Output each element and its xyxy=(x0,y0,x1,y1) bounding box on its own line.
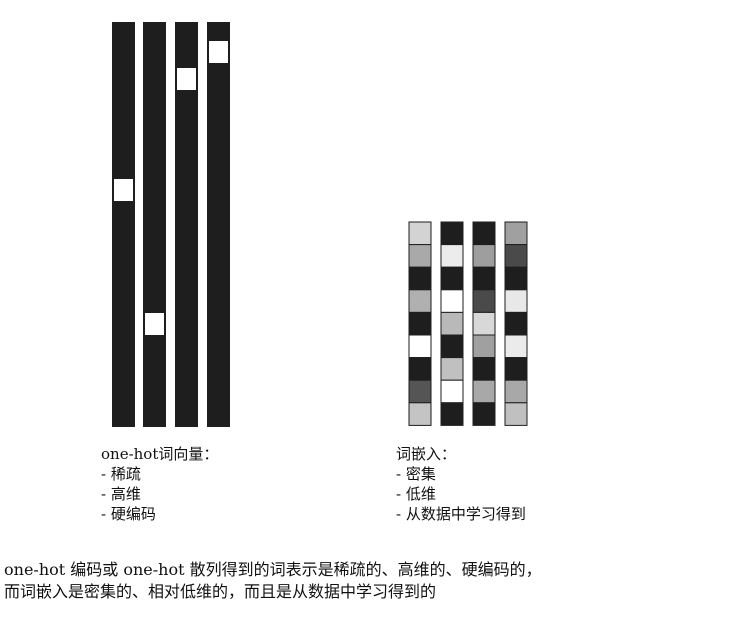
onehot-label: one-hot词向量： 稀疏 高维 硬编码 xyxy=(101,444,218,524)
embedding-cell-2-5 xyxy=(440,311,464,336)
onehot-hot-cell-3 xyxy=(177,68,196,90)
embedding-cell-2-9 xyxy=(440,402,464,426)
onehot-hot-cell-4 xyxy=(209,41,228,63)
embedding-cell-4-9 xyxy=(504,402,528,426)
figure-canvas xyxy=(112,22,528,427)
onehot-property-hardcoded: 硬编码 xyxy=(101,504,218,524)
embedding-cell-1-8 xyxy=(408,379,432,404)
embedding-cell-2-2 xyxy=(440,244,464,268)
caption-line-2: 而词嵌入是密集的、相对低维的，而且是从数据中学习得到的 xyxy=(4,582,437,601)
embedding-cell-3-9 xyxy=(472,402,496,426)
embedding-property-low-dim: 低维 xyxy=(396,484,526,504)
embedding-cell-1-7 xyxy=(408,357,432,381)
embedding-cell-3-8 xyxy=(472,379,496,404)
embedding-cell-1-3 xyxy=(408,266,432,291)
embedding-cell-3-1 xyxy=(472,221,496,246)
embedding-cell-2-1 xyxy=(440,221,464,246)
embedding-cell-2-3 xyxy=(440,266,464,291)
onehot-bar-4 xyxy=(207,22,230,427)
embedding-cell-1-9 xyxy=(408,402,432,426)
onehot-hot-cell-2 xyxy=(145,313,164,335)
embedding-vectors xyxy=(408,221,528,426)
embedding-cell-4-3 xyxy=(504,266,528,291)
embedding-cell-3-3 xyxy=(472,266,496,291)
onehot-vectors xyxy=(112,22,230,427)
embedding-cell-3-4 xyxy=(472,289,496,313)
embedding-cell-3-2 xyxy=(472,244,496,268)
embedding-cell-4-1 xyxy=(504,221,528,246)
embedding-cell-4-6 xyxy=(504,334,528,359)
figure-caption: one-hot 编码或 one-hot 散列得到的词表示是稀疏的、高维的、硬编码… xyxy=(4,559,732,603)
onehot-bar-1 xyxy=(112,22,135,427)
embedding-title: 词嵌入： xyxy=(396,445,457,463)
onehot-hot-cell-1 xyxy=(114,179,133,201)
embedding-property-dense: 密集 xyxy=(396,464,526,484)
embedding-property-learned: 从数据中学习得到 xyxy=(396,504,526,524)
embedding-cell-1-2 xyxy=(408,244,432,268)
onehot-bar-2 xyxy=(143,22,166,427)
embedding-cell-1-1 xyxy=(408,221,432,246)
embedding-cell-3-5 xyxy=(472,311,496,336)
caption-line-1: one-hot 编码或 one-hot 散列得到的词表示是稀疏的、高维的、硬编码… xyxy=(4,560,542,579)
embedding-cell-2-4 xyxy=(440,289,464,313)
embedding-cell-3-6 xyxy=(472,334,496,359)
embedding-cell-1-5 xyxy=(408,311,432,336)
embedding-cell-4-7 xyxy=(504,357,528,381)
embedding-cell-3-7 xyxy=(472,357,496,381)
embedding-cell-2-8 xyxy=(440,379,464,404)
embedding-label: 词嵌入： 密集 低维 从数据中学习得到 xyxy=(396,444,526,524)
onehot-property-sparse: 稀疏 xyxy=(101,464,218,484)
embedding-cell-4-5 xyxy=(504,311,528,336)
embedding-cell-2-6 xyxy=(440,334,464,359)
onehot-title: one-hot词向量： xyxy=(101,445,219,463)
embedding-cell-1-4 xyxy=(408,289,432,313)
embedding-cell-4-8 xyxy=(504,379,528,404)
embedding-cell-2-7 xyxy=(440,357,464,381)
embedding-cell-4-2 xyxy=(504,244,528,268)
embedding-cell-1-6 xyxy=(408,334,432,359)
onehot-property-high-dim: 高维 xyxy=(101,484,218,504)
embedding-cell-4-4 xyxy=(504,289,528,313)
